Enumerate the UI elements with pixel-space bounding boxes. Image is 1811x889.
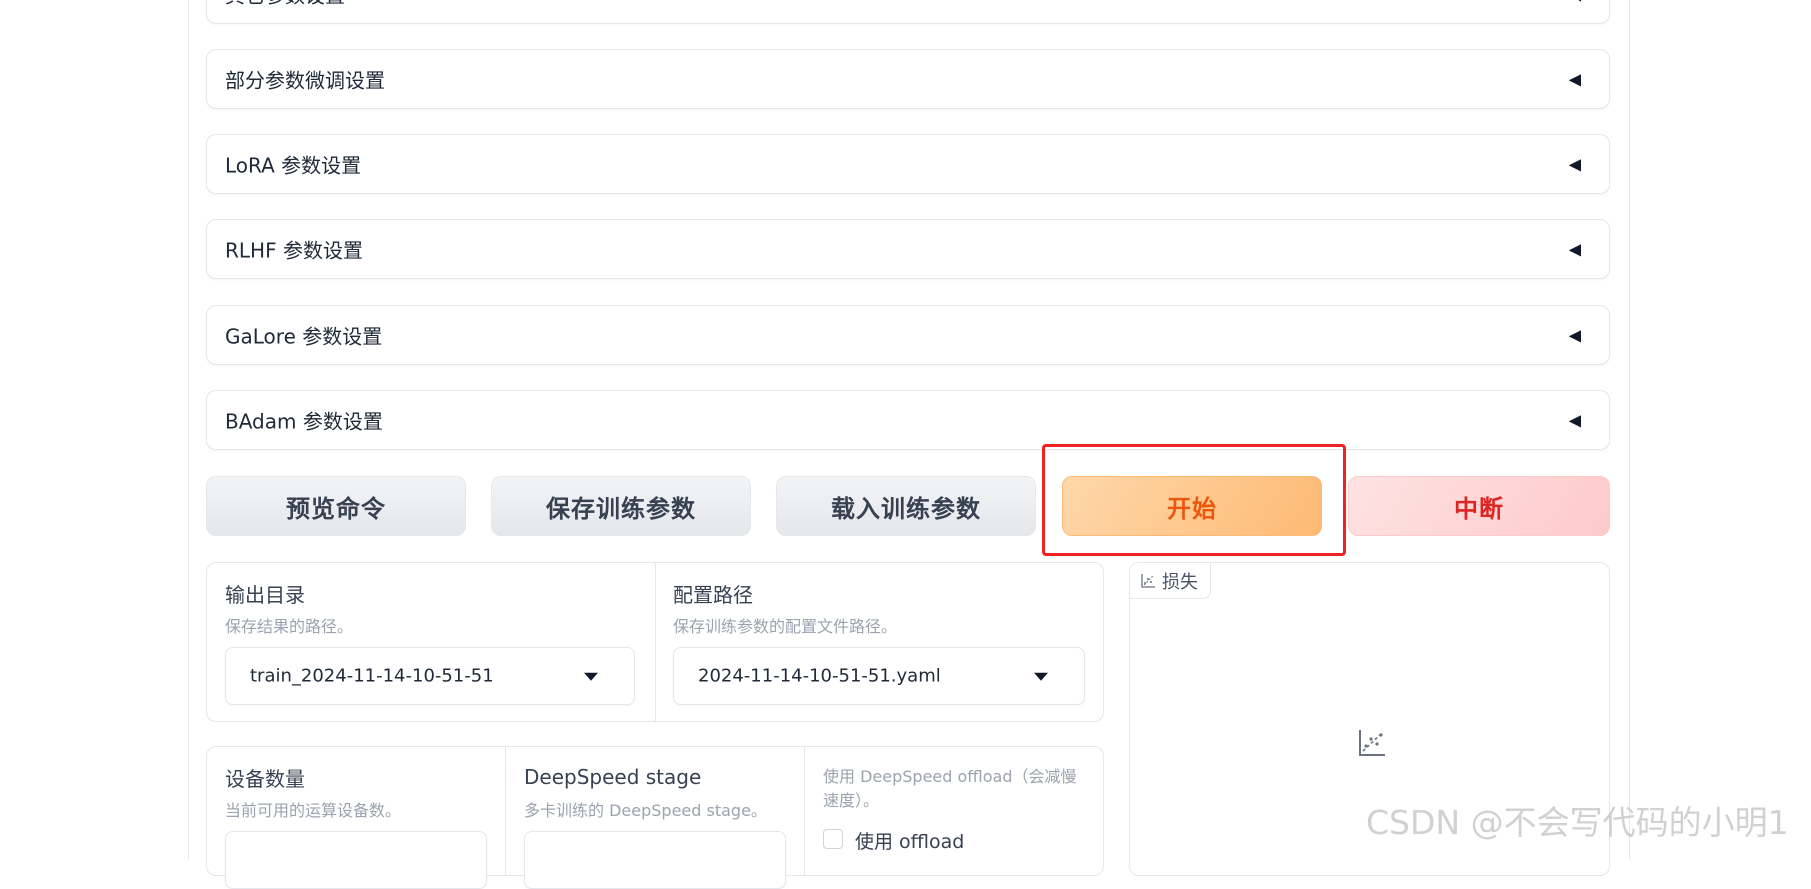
dropdown-arrow-icon [1034, 672, 1048, 681]
panel-divider [505, 747, 506, 875]
accordion-title: RLHF 参数设置 [225, 238, 363, 263]
load-args-button[interactable]: 载入训练参数 [776, 476, 1036, 536]
device-deepspeed-panel: 设备数量 当前可用的运算设备数。 DeepSpeed stage 多卡训练的 D… [206, 746, 1104, 889]
config-path-dropdown[interactable]: 2024-11-14-10-51-51.yaml [673, 647, 1085, 705]
accordion-title: LoRA 参数设置 [225, 153, 362, 178]
config-path-info: 保存训练参数的配置文件路径。 [673, 617, 898, 636]
watermark: CSDN @不会写代码的小明1 [1366, 803, 1789, 842]
output-dir-dropdown[interactable]: train_2024-11-14-10-51-51 [225, 647, 635, 705]
accordion-title: 部分参数微调设置 [225, 68, 385, 93]
chart-icon [1141, 573, 1155, 588]
device-count-input[interactable] [225, 831, 487, 889]
ds-stage-dropdown[interactable] [524, 831, 786, 889]
accordion-other-settings[interactable]: 其它参数设置 ◀ [206, 0, 1610, 24]
caret-left-icon: ◀ [1568, 325, 1581, 345]
device-count-label: 设备数量 [225, 767, 305, 791]
caret-left-icon: ◀ [1568, 154, 1581, 174]
accordion-title: 其它参数设置 [225, 0, 345, 9]
ds-offload-checkbox-label[interactable]: 使用 offload [855, 827, 964, 854]
output-dir-info: 保存结果的路径。 [225, 617, 354, 636]
ds-stage-info: 多卡训练的 DeepSpeed stage。 [524, 801, 767, 820]
caret-left-icon: ◀ [1568, 69, 1581, 89]
caret-left-icon: ◀ [1568, 239, 1581, 259]
accordion-title: GaLore 参数设置 [225, 324, 383, 349]
panel-divider [655, 563, 656, 721]
ds-offload-checkbox[interactable] [823, 829, 843, 849]
start-button[interactable]: 开始 [1062, 476, 1322, 536]
config-path-label: 配置路径 [673, 583, 753, 607]
loss-plot-label: 损失 [1130, 563, 1211, 599]
panel-divider [804, 747, 805, 875]
ds-offload-info-line2: 速度）。 [823, 791, 880, 810]
accordion-rlhf-settings[interactable]: RLHF 参数设置 ◀ [206, 219, 1610, 279]
accordion-title: BAdam 参数设置 [225, 409, 383, 434]
accordion-freeze-settings[interactable]: 部分参数微调设置 ◀ [206, 49, 1610, 109]
stop-button[interactable]: 中断 [1348, 476, 1610, 536]
loss-plot-title: 损失 [1162, 571, 1198, 593]
output-config-panel: 输出目录 保存结果的路径。 train_2024-11-14-10-51-51 … [206, 562, 1104, 722]
output-dir-value: train_2024-11-14-10-51-51 [250, 665, 494, 687]
accordion-lora-settings[interactable]: LoRA 参数设置 ◀ [206, 134, 1610, 194]
accordion-badam-settings[interactable]: BAdam 参数设置 ◀ [206, 390, 1610, 450]
accordion-galore-settings[interactable]: GaLore 参数设置 ◀ [206, 305, 1610, 365]
device-count-info: 当前可用的运算设备数。 [225, 801, 402, 820]
save-args-button[interactable]: 保存训练参数 [491, 476, 751, 536]
caret-left-icon: ◀ [1568, 410, 1581, 430]
caret-left-icon: ◀ [1569, 0, 1581, 4]
dropdown-arrow-icon [584, 672, 598, 681]
config-path-value: 2024-11-14-10-51-51.yaml [698, 665, 941, 687]
empty-plot-icon [1359, 730, 1385, 756]
ds-offload-info-line1: 使用 DeepSpeed offload（会减慢 [823, 767, 1077, 786]
preview-command-button[interactable]: 预览命令 [206, 476, 466, 536]
output-dir-label: 输出目录 [225, 583, 305, 607]
ds-stage-label: DeepSpeed stage [524, 765, 702, 789]
